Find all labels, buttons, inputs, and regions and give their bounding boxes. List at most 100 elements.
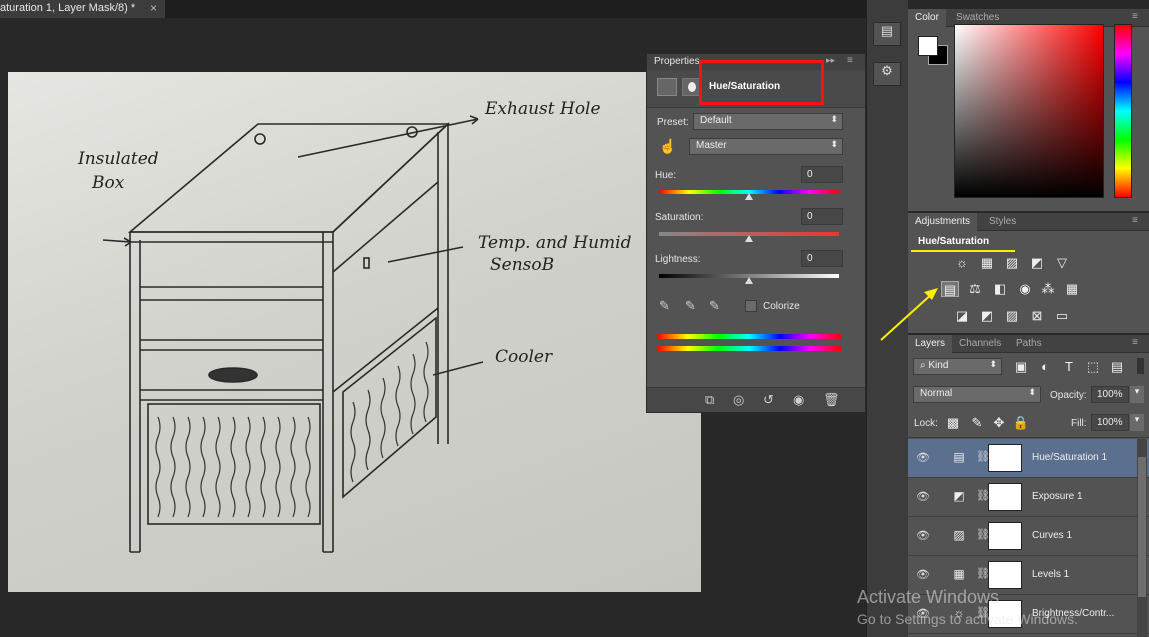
saturation-input[interactable]: 0	[801, 208, 843, 225]
visibility-eye-icon[interactable]: 👁	[916, 529, 930, 542]
reset-icon[interactable]: ↺	[763, 392, 774, 408]
panel-menu-icon[interactable]: ≡	[1132, 215, 1138, 226]
view-previous-icon[interactable]: ◎	[733, 392, 744, 408]
layer-mask-thumbnail[interactable]	[988, 483, 1022, 511]
adjustment-hover-label: Hue/Saturation	[918, 236, 990, 247]
tab-color[interactable]: Color	[908, 9, 946, 27]
collapse-icon[interactable]: ▸▸	[826, 55, 835, 66]
document-tab[interactable]: aturation 1, Layer Mask/8) *	[0, 0, 165, 18]
vibrance-icon[interactable]: ▽	[1053, 255, 1071, 271]
posterize-icon[interactable]: ◩	[978, 308, 996, 324]
opacity-input[interactable]: 100%	[1091, 386, 1129, 403]
fill-dropdown-arrow-icon[interactable]: ▾	[1130, 414, 1144, 431]
layer-mask-thumbnail[interactable]	[988, 561, 1022, 589]
color-picker-field[interactable]	[954, 24, 1104, 198]
layers-scrollbar-thumb[interactable]	[1138, 457, 1146, 597]
tab-adjustments[interactable]: Adjustments	[908, 213, 978, 231]
channel-value: Master	[696, 140, 727, 151]
filter-shape-icon[interactable]: ⬚	[1084, 359, 1102, 375]
targeted-adjustment-hand-icon[interactable]: ☝	[659, 138, 676, 155]
layers-scrollbar[interactable]	[1137, 439, 1147, 637]
lock-transparent-icon[interactable]: ▩	[944, 415, 962, 431]
red-highlight-box	[699, 60, 824, 105]
trash-icon[interactable]: 🗑	[823, 392, 840, 408]
adjustment-layer-icon[interactable]	[657, 78, 677, 96]
levels-icon[interactable]: ▦	[978, 255, 996, 271]
tab-paths[interactable]: Paths	[1009, 335, 1049, 353]
preset-value: Default	[700, 115, 732, 126]
select-arrow-icon: ⬍	[989, 359, 997, 369]
filter-toggle[interactable]	[1137, 358, 1144, 374]
color-spectrum-top	[657, 334, 841, 339]
close-icon[interactable]: ×	[150, 1, 157, 15]
properties-panel-icon[interactable]: ⚙	[873, 62, 901, 86]
filter-type-icon[interactable]: T	[1060, 359, 1078, 375]
panel-menu-icon[interactable]: ≡	[1132, 11, 1138, 22]
select-arrow-icon: ⬍	[830, 114, 838, 124]
history-panel-icon[interactable]: ▤	[873, 22, 901, 46]
color-lookup-icon[interactable]: ▦	[1063, 281, 1081, 297]
filter-adjustment-icon[interactable]: ◐	[1036, 359, 1054, 375]
threshold-icon[interactable]: ▨	[1003, 308, 1021, 324]
layer-row[interactable]: 👁 ▨ ⛓ Curves 1	[908, 517, 1149, 556]
color-balance-icon[interactable]: ⚖	[966, 281, 984, 297]
selective-color-icon[interactable]: ⊠	[1028, 308, 1046, 324]
brightness-icon[interactable]: ☼	[953, 255, 971, 271]
invert-icon[interactable]: ◪	[953, 308, 971, 324]
blend-mode-select[interactable]: Normal ⬍	[913, 386, 1041, 403]
preset-select[interactable]: Default ⬍	[693, 113, 843, 130]
lightness-slider-thumb[interactable]	[745, 277, 753, 284]
eyedropper-minus-icon[interactable]: ✎	[709, 298, 720, 314]
curves-icon: ▨	[953, 528, 965, 542]
tab-styles[interactable]: Styles	[982, 213, 1023, 231]
black-white-icon[interactable]: ◧	[991, 281, 1009, 297]
visibility-eye-icon[interactable]: ◉	[793, 392, 804, 408]
tab-channels[interactable]: Channels	[952, 335, 1008, 353]
opacity-dropdown-arrow-icon[interactable]: ▾	[1130, 386, 1144, 403]
color-spectrum-bottom	[657, 346, 841, 351]
layer-name: Levels 1	[1032, 569, 1070, 580]
panel-menu-icon[interactable]: ≡	[1132, 337, 1138, 348]
channel-select[interactable]: Master ⬍	[689, 138, 843, 155]
panel-menu-icon[interactable]: ≡	[847, 55, 853, 66]
lightness-label: Lightness:	[655, 254, 701, 265]
layer-mask-thumbnail[interactable]	[988, 444, 1022, 472]
layer-filter-select[interactable]: ⌕ Kind ⬍	[913, 358, 1002, 375]
filter-smart-object-icon[interactable]: ▤	[1108, 359, 1126, 375]
hue-saturation-icon: ▤	[953, 450, 965, 464]
curves-icon[interactable]: ▨	[1003, 255, 1021, 271]
colorize-checkbox[interactable]	[745, 300, 757, 312]
preset-label: Preset:	[657, 117, 689, 128]
layer-row[interactable]: 👁 ▤ ⛓ Hue/Saturation 1	[908, 439, 1149, 478]
photo-filter-icon[interactable]: ◉	[1016, 281, 1034, 297]
layer-mask-thumbnail[interactable]	[988, 522, 1022, 550]
hue-strip[interactable]	[1114, 24, 1132, 198]
lock-position-icon[interactable]: ✥	[990, 415, 1008, 431]
eyedropper-icon[interactable]: ✎	[659, 298, 670, 314]
visibility-eye-icon[interactable]: 👁	[916, 490, 930, 503]
channel-mixer-icon[interactable]: ⁂	[1039, 281, 1057, 297]
document-tab-title: aturation 1, Layer Mask/8) *	[0, 2, 136, 14]
tab-layers[interactable]: Layers	[908, 335, 953, 353]
clip-to-layer-icon[interactable]: ⧉	[705, 392, 714, 408]
saturation-label: Saturation:	[655, 212, 704, 223]
layer-row[interactable]: 👁 ◩ ⛓ Exposure 1	[908, 478, 1149, 517]
visibility-eye-icon[interactable]: 👁	[916, 568, 930, 581]
filter-pixel-icon[interactable]: ▣	[1012, 359, 1030, 375]
hue-input[interactable]: 0	[801, 166, 843, 183]
hue-slider-thumb[interactable]	[745, 193, 753, 200]
saturation-slider-thumb[interactable]	[745, 235, 753, 242]
label-insulated: Insulated	[77, 149, 159, 169]
lightness-input[interactable]: 0	[801, 250, 843, 267]
lock-image-icon[interactable]: ✎	[968, 415, 986, 431]
properties-panel: Properties ▸▸ ≡ Hue/Saturation Preset: D…	[646, 53, 866, 413]
fill-input[interactable]: 100%	[1091, 414, 1129, 431]
exposure-icon[interactable]: ◩	[1028, 255, 1046, 271]
foreground-color-swatch[interactable]	[918, 36, 938, 56]
visibility-eye-icon[interactable]: 👁	[916, 451, 930, 464]
label-sensor: SensoB	[490, 255, 554, 275]
filter-kind-value: Kind	[928, 360, 949, 371]
lock-all-icon[interactable]: 🔒	[1012, 415, 1030, 431]
gradient-map-icon[interactable]: ▭	[1053, 308, 1071, 324]
eyedropper-plus-icon[interactable]: ✎	[685, 298, 696, 314]
